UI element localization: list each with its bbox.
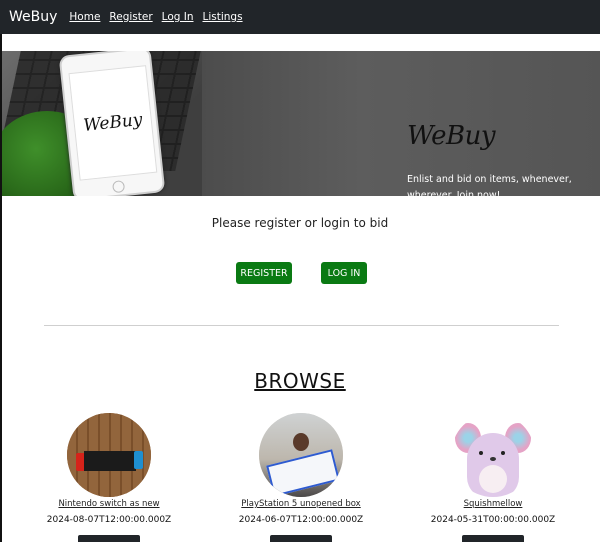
hero-tagline: Enlist and bid on items, whenever, where…	[407, 174, 572, 196]
nav-link-login[interactable]: Log In	[162, 11, 194, 23]
register-button[interactable]: REGISTER	[236, 262, 292, 284]
listing-card: PlayStation 5 unopened box 2024-06-07T12…	[201, 413, 401, 542]
listing-view-button[interactable]	[462, 535, 524, 542]
listing-date: 2024-08-07T12:00:00.000Z	[46, 515, 172, 525]
top-navbar: WeBuy Home Register Log In Listings	[0, 0, 600, 34]
listing-view-button[interactable]	[78, 535, 140, 542]
login-prompt: Please register or login to bid	[211, 216, 389, 230]
phone-screen-logo: WeBuy	[82, 109, 144, 136]
auth-buttons: REGISTER LOG IN	[0, 262, 600, 284]
section-divider	[44, 325, 559, 326]
nav-link-register[interactable]: Register	[109, 11, 152, 23]
listing-title-link[interactable]: Squishmellow	[393, 499, 593, 509]
listing-title-link[interactable]: Nintendo switch as new	[9, 499, 209, 509]
listing-date: 2024-05-31T00:00:00.000Z	[430, 515, 556, 525]
squishmallow-plush-photo[interactable]	[451, 413, 535, 497]
brand-logo[interactable]: WeBuy	[9, 9, 57, 25]
listing-card: Nintendo switch as new 2024-08-07T12:00:…	[9, 413, 209, 542]
playstation-5-photo[interactable]	[259, 413, 343, 497]
nav-link-listings[interactable]: Listings	[203, 11, 243, 23]
browse-heading: BROWSE	[254, 369, 346, 393]
login-button[interactable]: LOG IN	[321, 262, 367, 284]
nintendo-switch-photo[interactable]	[67, 413, 151, 497]
listing-title-link[interactable]: PlayStation 5 unopened box	[201, 499, 401, 509]
hero-banner: WeBuy WeBuy Enlist and bid on items, whe…	[2, 51, 600, 196]
listing-card: Squishmellow 2024-05-31T00:00:00.000Z	[393, 413, 593, 542]
listing-date: 2024-06-07T12:00:00.000Z	[238, 515, 364, 525]
hero-logo: WeBuy	[407, 121, 496, 151]
listing-view-button[interactable]	[270, 535, 332, 542]
nav-link-home[interactable]: Home	[69, 11, 100, 23]
phone-image: WeBuy	[58, 51, 166, 196]
